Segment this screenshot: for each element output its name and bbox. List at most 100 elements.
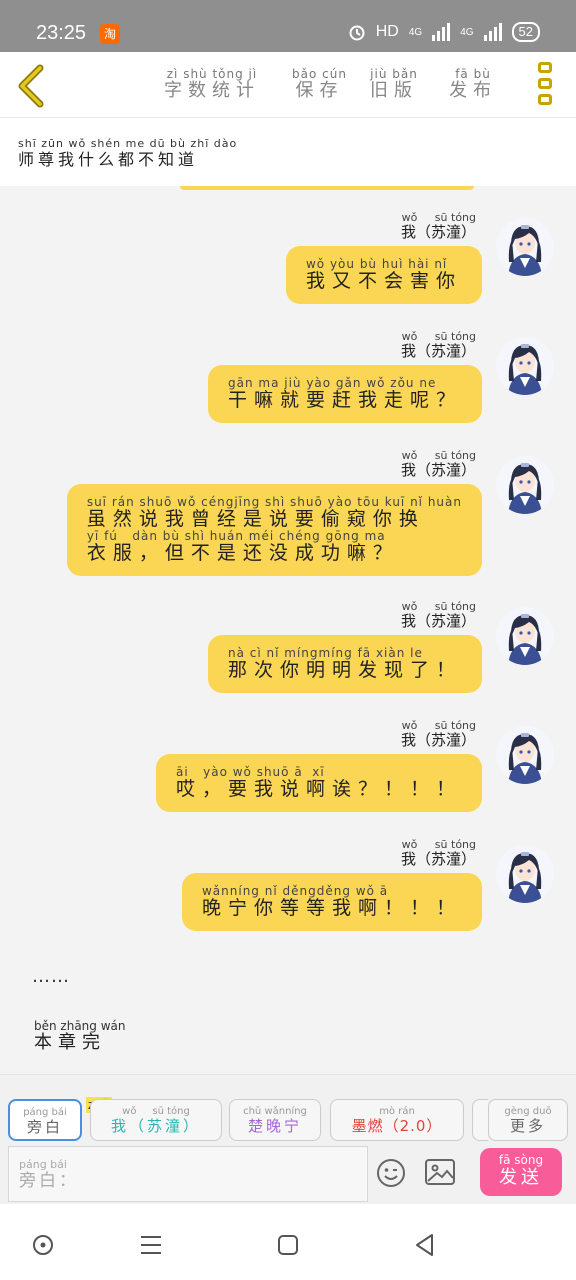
role-narrator-chip[interactable]: páng bái 旁白 [8,1099,82,1141]
input-bar: páng bái 旁白： fā sòng 发送 [0,1142,576,1204]
speaker-label: wǒ sū tóng 我（苏潼） [401,450,476,479]
emoji-button[interactable] [376,1158,406,1188]
status-icons: HD 4G 4G 52 [348,22,540,42]
role-pinyin: mò rán [379,1106,415,1117]
speaker-pinyin: wǒ sū tóng [401,838,476,851]
send-pinyin: fā sòng [498,1153,544,1167]
narration-input[interactable]: páng bái 旁白： [8,1146,368,1202]
message-bubble[interactable]: nà cì nǐ míngmíng fā xiàn le 那次你明明发现了！ [207,635,482,693]
more-roles-button[interactable]: gèng duō 更多 [488,1099,568,1141]
avatar-portrait [496,607,554,665]
save-button[interactable]: bǎo cún 保存 [292,68,347,102]
bubble-text: 虽然说我曾经是说要偷窥你换 [86,508,425,530]
circle-nav-icon [33,1235,53,1255]
status-bar: 23:25 淘 HD 4G 4G 52 [0,0,576,52]
image-button[interactable] [424,1158,456,1186]
chat-area[interactable]: wǒ sū tóng 我（苏潼） wǒ yòu bù huì hài nǐ 我又… [0,186,576,1074]
avatar[interactable] [496,845,554,903]
back-nav-button[interactable] [410,1230,440,1260]
speaker-name: 我（苏潼） [400,342,476,360]
role-pinyin: gèng duō [504,1106,552,1117]
word-count-label: 字数统计 [164,80,260,101]
bubble-pinyin-2: yī fú dàn bù shì huán méi chéng gōng ma [86,529,386,543]
speaker-label: wǒ sū tóng 我（苏潼） [401,331,476,360]
role-chu-wanning-chip[interactable]: chǔ wǎnníng 楚晚宁 [229,1099,321,1141]
back-button[interactable] [14,64,50,108]
avatar[interactable] [496,607,554,665]
message-bubble[interactable]: wǒ yòu bù huì hài nǐ 我又不会害你 [285,246,482,304]
bubble-pinyin: suī rán shuō wǒ céngjīng shì shuō yào tō… [86,495,462,509]
role-label: 墨燃（2.0） [351,1117,443,1135]
status-time: 23:25 [36,22,87,44]
save-label: 保存 [295,80,344,101]
old-version-button[interactable]: jiù bǎn 旧版 [370,68,418,102]
chapter-title-pinyin: shī zūn wǒ shén me dū bù zhī dào [18,137,238,150]
signal-icon [432,23,451,41]
bubble-text: 我又不会害你 [305,270,462,292]
home-nav-icon [278,1235,298,1255]
emoji-icon [377,1159,405,1187]
role-label: 我（苏潼） [110,1117,201,1135]
more-menu-icon [538,62,554,105]
publish-label: 发布 [449,80,497,101]
speaker-name: 我（苏潼） [400,223,476,241]
speaker-label: wǒ sū tóng 我（苏潼） [401,212,476,241]
more-menu-button[interactable] [538,62,554,108]
image-icon [425,1159,455,1185]
avatar-portrait [496,218,554,276]
bubble-pinyin: wǎnníng nǐ děngděng wǒ ā [201,884,389,898]
speaker-name: 我（苏潼） [400,850,476,868]
send-button[interactable]: fā sòng 发送 [480,1148,562,1196]
hd-label: HD [375,23,399,40]
bubble-text-2: 衣服，但不是还没成功嘛？ [86,542,399,564]
speaker-pinyin: wǒ sū tóng [401,330,476,343]
speaker-name: 我（苏潼） [400,461,476,479]
speaker-pinyin: wǒ sū tóng [401,449,476,462]
speaker-label: wǒ sū tóng 我（苏潼） [401,720,476,749]
assist-nav-button[interactable] [28,1230,58,1260]
avatar[interactable] [496,456,554,514]
avatar-portrait [496,845,554,903]
chapter-end-text: 本章完 [34,1032,106,1053]
previous-bubble-edge [180,186,474,190]
speaker-label: wǒ sū tóng 我（苏潼） [401,839,476,868]
role-selector-bar: páng bái 旁白 zhǔ wǒ sū tóng 我（苏潼） chǔ wǎn… [0,1074,576,1142]
bubble-text: 那次你明明发现了！ [227,659,462,681]
back-nav-icon [416,1234,433,1256]
save-pinyin: bǎo cún [292,67,347,81]
input-placeholder-pinyin: páng bái [19,1158,67,1171]
role-me-chip[interactable]: wǒ sū tóng 我（苏潼） [90,1099,222,1141]
signal-icon-2 [483,23,502,41]
old-version-label: 旧版 [370,80,418,101]
home-nav-button[interactable] [273,1230,303,1260]
publish-pinyin: fā bù [455,67,491,81]
bubble-pinyin: nà cì nǐ míngmíng fā xiàn le [227,646,423,660]
input-placeholder: 旁白： [19,1171,79,1191]
message-bubble[interactable]: gān ma jiù yào gǎn wǒ zǒu ne 干嘛就要赶我走呢？ [207,365,482,423]
avatar[interactable] [496,726,554,784]
battery-indicator: 52 [511,22,540,42]
chapter-end-mark: běn zhāng wán 本章完 [34,1020,126,1054]
message-bubble[interactable]: āi yào wǒ shuō ā xī 哎，要我说啊诶？！！！ [155,754,482,812]
bubble-pinyin: gān ma jiù yào gǎn wǒ zǒu ne [227,376,437,390]
chapter-title-text: 师尊我什么都不知道 [18,150,199,169]
avatar-portrait [496,456,554,514]
role-chip-partial[interactable] [472,1099,488,1141]
publish-button[interactable]: fā bù 发布 [449,68,497,102]
role-pinyin: páng bái [23,1107,67,1118]
speaker-name: 我（苏潼） [400,731,476,749]
avatar[interactable] [496,337,554,395]
avatar[interactable] [496,218,554,276]
role-pinyin: wǒ sū tóng [122,1106,190,1117]
role-mo-ran-chip[interactable]: mò rán 墨燃（2.0） [330,1099,464,1141]
network-4g-label-2: 4G [460,26,474,38]
message-bubble[interactable]: wǎnníng nǐ děngděng wǒ ā 晚宁你等等我啊！！！ [181,873,482,931]
narration-text[interactable]: …… [32,966,70,987]
speaker-pinyin: wǒ sū tóng [401,211,476,224]
taobao-icon: 淘 [100,24,120,44]
message-bubble[interactable]: suī rán shuō wǒ céngjīng shì shuō yào tō… [66,484,482,576]
word-count-button[interactable]: zì shù tǒng jì 字数统计 [164,68,260,102]
bubble-text: 干嘛就要赶我走呢？ [227,389,462,411]
menu-nav-button[interactable] [136,1230,166,1260]
chapter-title: shī zūn wǒ shén me dū bù zhī dào 师尊我什么都不… [18,138,237,170]
